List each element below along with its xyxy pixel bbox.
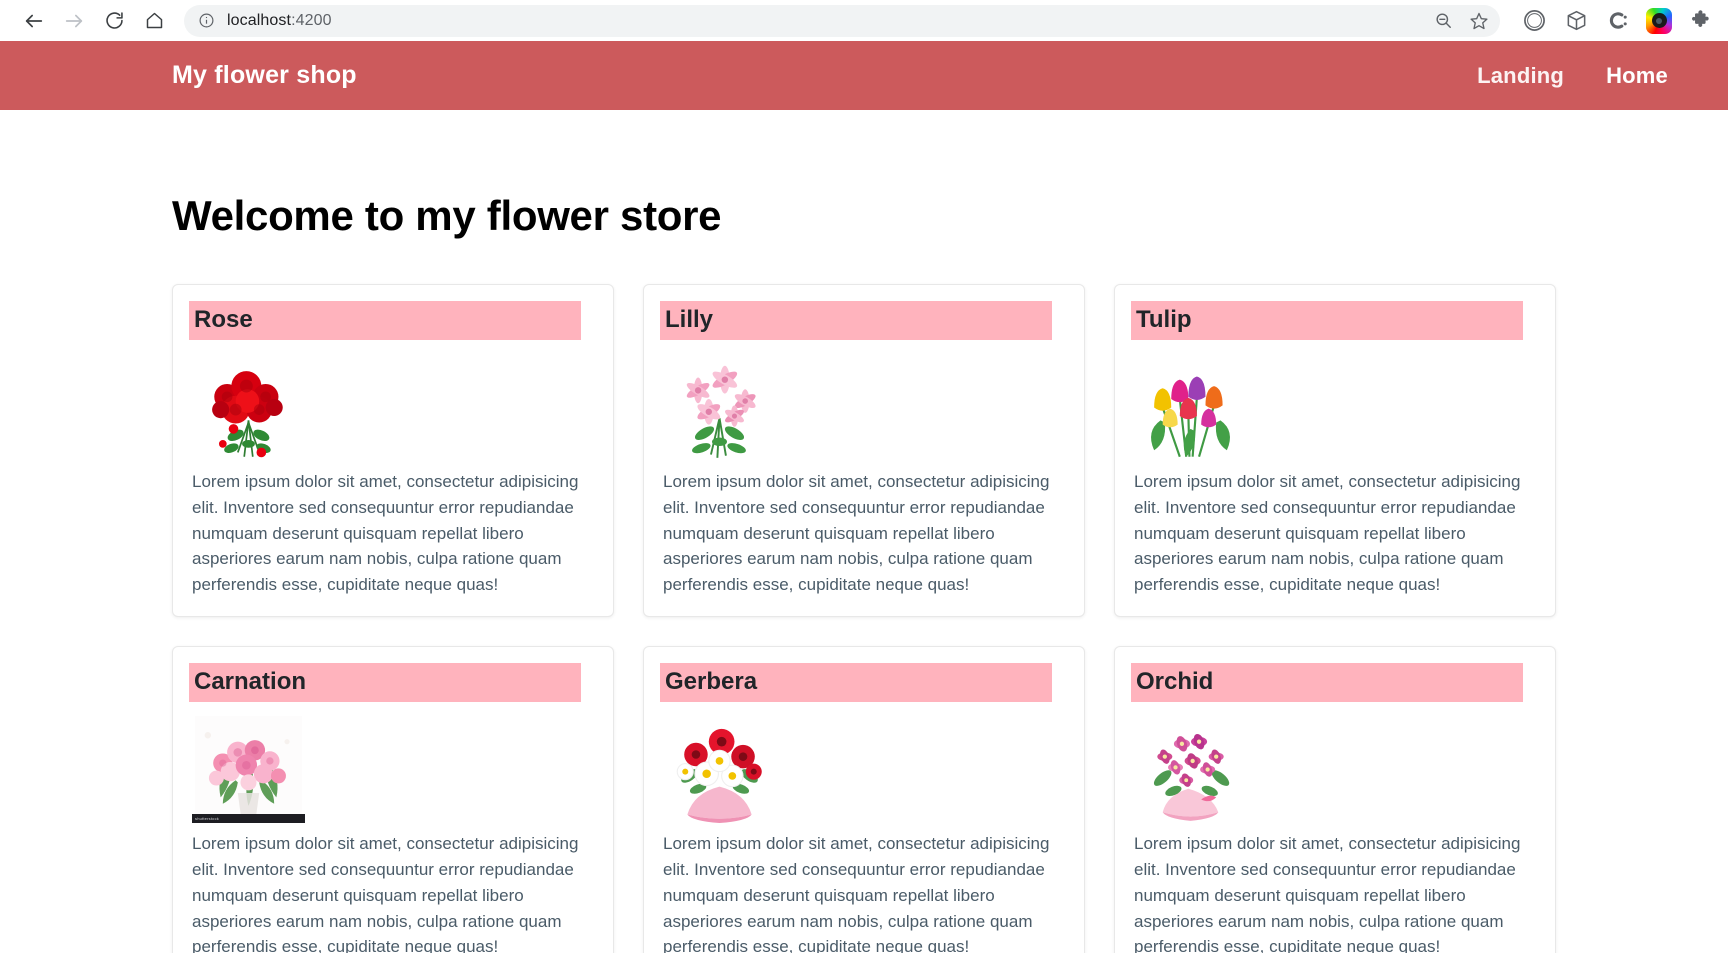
puzzle-extensions-icon[interactable] bbox=[1686, 7, 1714, 35]
pink-lilies-bouquet-image bbox=[663, 354, 776, 461]
camera-icon[interactable] bbox=[1646, 7, 1672, 34]
star-bookmark-icon[interactable] bbox=[1464, 6, 1494, 36]
flower-card-title: Rose bbox=[189, 301, 581, 340]
moon-circle-icon[interactable] bbox=[1520, 7, 1548, 35]
zoom-out-icon[interactable] bbox=[1428, 6, 1458, 36]
flower-card: Carnation shutterstock Lorem ipsum dolor… bbox=[172, 646, 614, 953]
forward-arrow-icon bbox=[65, 14, 83, 27]
flower-card-description: Lorem ipsum dolor sit amet, consectetur … bbox=[192, 472, 579, 595]
back-arrow-icon bbox=[25, 14, 43, 27]
site-info-icon[interactable] bbox=[198, 12, 215, 29]
site-navbar: My flower shop Landing Home bbox=[0, 41, 1728, 110]
page-title: Welcome to my flower store bbox=[172, 192, 722, 239]
nav-link-home[interactable]: Home bbox=[1606, 63, 1668, 89]
flower-card-description: Lorem ipsum dolor sit amet, consectetur … bbox=[663, 834, 1050, 953]
url-text: localhost:4200 bbox=[227, 12, 1428, 30]
flower-card-title: Orchid bbox=[1131, 663, 1523, 703]
flower-card: Lilly Lorem ipsum dolor sit amet, consec… bbox=[643, 284, 1085, 618]
reload-icon bbox=[105, 12, 123, 29]
red-gerbera-bouquet-image bbox=[663, 716, 776, 824]
image-watermark: shutterstock bbox=[192, 814, 305, 824]
flower-card-title: Tulip bbox=[1131, 301, 1523, 340]
reload-button[interactable] bbox=[94, 1, 134, 41]
home-button[interactable] bbox=[134, 1, 174, 41]
flower-card-description: Lorem ipsum dolor sit amet, consectetur … bbox=[1134, 834, 1521, 953]
address-bar[interactable]: localhost:4200 bbox=[184, 4, 1500, 37]
flower-card-grid: Rose Lorem ipsum dolor sit amet, consect… bbox=[172, 284, 1556, 953]
url-port: :4200 bbox=[291, 11, 332, 29]
pink-orchid-bouquet-image bbox=[1134, 716, 1247, 823]
flower-card-title: Lilly bbox=[660, 301, 1052, 340]
flower-card-title: Gerbera bbox=[660, 663, 1052, 703]
extension-icons bbox=[1520, 7, 1714, 35]
pink-carnations-vase-image: shutterstock bbox=[192, 716, 305, 824]
cube-icon[interactable] bbox=[1562, 7, 1590, 35]
browser-toolbar: localhost:4200 bbox=[0, 0, 1728, 41]
back-button[interactable] bbox=[14, 1, 54, 41]
c-colon-icon[interactable] bbox=[1604, 7, 1632, 35]
flower-card-description: Lorem ipsum dolor sit amet, consectetur … bbox=[663, 472, 1050, 595]
home-icon bbox=[146, 12, 162, 29]
forward-button[interactable] bbox=[54, 1, 94, 41]
flower-card: Gerbera Lorem ipsum dolor sit amet, cons… bbox=[643, 646, 1085, 953]
colorful-tulips-bouquet-image bbox=[1134, 354, 1247, 461]
flower-card: Orchid Lorem ipsum dolor sit amet, conse… bbox=[1114, 646, 1556, 953]
flower-card-description: Lorem ipsum dolor sit amet, consectetur … bbox=[1134, 472, 1521, 595]
page-content: Welcome to my flower store Rose Lorem ip… bbox=[0, 192, 1728, 953]
red-roses-bouquet-image bbox=[192, 354, 305, 461]
flower-card: Tulip Lorem ipsum dolor sit amet, consec… bbox=[1114, 284, 1556, 618]
flower-card-description: Lorem ipsum dolor sit amet, consectetur … bbox=[192, 834, 579, 953]
url-host: localhost bbox=[227, 11, 292, 29]
flower-card: Rose Lorem ipsum dolor sit amet, consect… bbox=[172, 284, 614, 618]
nav-link-landing[interactable]: Landing bbox=[1477, 63, 1564, 89]
brand-title[interactable]: My flower shop bbox=[172, 61, 357, 90]
flower-card-title: Carnation bbox=[189, 663, 581, 703]
nav-links: Landing Home bbox=[1477, 63, 1668, 89]
